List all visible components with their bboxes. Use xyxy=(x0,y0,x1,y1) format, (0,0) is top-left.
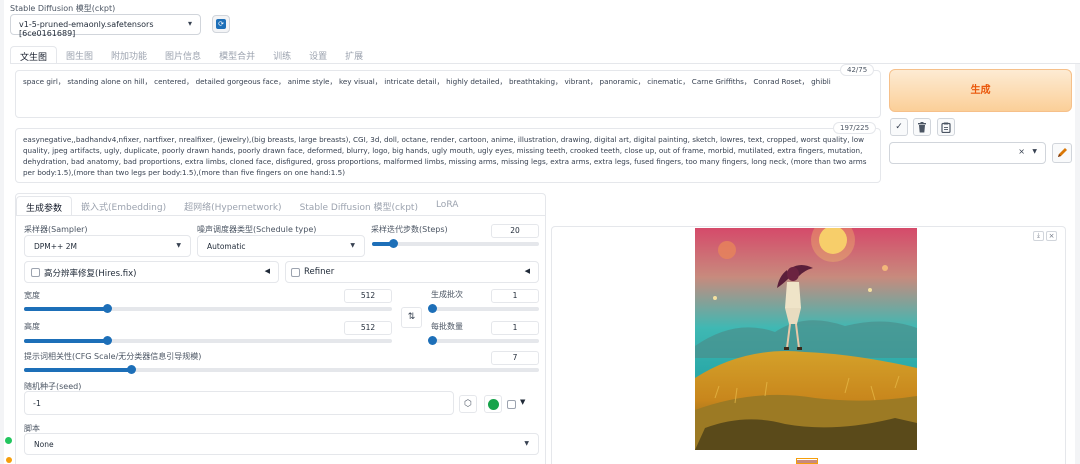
caret-down-icon: ▾ xyxy=(187,19,192,28)
prompt-token-counter: 42/75 xyxy=(840,64,875,76)
edit-styles-button[interactable] xyxy=(1052,143,1072,163)
tab-img2img[interactable]: 图生图 xyxy=(57,46,102,64)
cfg-scale-label: 提示词相关性(CFG Scale/无分类器信息引导规模) xyxy=(24,352,202,361)
height-slider[interactable] xyxy=(24,336,392,345)
caret-down-icon: ▼ xyxy=(524,440,529,447)
caret-down-icon: ▼ xyxy=(1032,148,1037,155)
model-select-value: v1-5-pruned-emaonly.safetensors [6ce0161… xyxy=(19,20,154,38)
clipboard-icon xyxy=(941,122,951,134)
sub-tab-divider xyxy=(16,215,545,216)
batch-count-slider-handle[interactable] xyxy=(428,304,437,313)
generated-image[interactable] xyxy=(695,228,917,450)
apply-styles-button[interactable]: ✓ xyxy=(890,118,908,136)
tab-divider xyxy=(10,63,1080,64)
hires-fix-label: 高分辨率修复(Hires.fix) xyxy=(44,269,137,279)
tab-checkpoint-merger[interactable]: 模型合并 xyxy=(210,46,264,64)
batch-size-label: 每批数量 xyxy=(431,322,463,331)
clear-prompt-button[interactable] xyxy=(913,118,931,136)
width-label: 宽度 xyxy=(24,291,40,300)
tab-extensions[interactable]: 扩展 xyxy=(336,46,372,64)
random-seed-button[interactable]: ⬡ xyxy=(459,395,477,413)
sampler-value: DPM++ 2M xyxy=(34,242,77,251)
model-select[interactable]: v1-5-pruned-emaonly.safetensors [6ce0161… xyxy=(10,14,201,38)
paste-params-button[interactable] xyxy=(937,118,955,136)
styles-select[interactable]: × ▼ xyxy=(889,142,1046,164)
width-slider[interactable] xyxy=(24,304,392,313)
model-label: Stable Diffusion 模型(ckpt) xyxy=(10,4,116,13)
status-indicator-icon xyxy=(6,457,12,463)
script-select[interactable]: None ▼ xyxy=(24,433,539,455)
refiner-checkbox[interactable] xyxy=(291,268,300,277)
cfg-scale-number-input[interactable]: 7 xyxy=(491,351,539,365)
prompt-textarea[interactable]: space girl， standing alone on hill， cent… xyxy=(15,70,881,118)
status-indicator-icon xyxy=(5,437,12,444)
schedule-select[interactable]: Automatic ▼ xyxy=(197,235,365,257)
sampler-select[interactable]: DPM++ 2M ▼ xyxy=(24,235,191,257)
refiner-label: Refiner xyxy=(304,267,335,277)
extra-seed-checkbox[interactable] xyxy=(507,400,516,409)
schedule-label: 噪声调度器类型(Schedule type) xyxy=(197,225,317,234)
script-value: None xyxy=(34,440,54,449)
batch-count-number-input[interactable]: 1 xyxy=(491,289,539,303)
page-scrollbar[interactable] xyxy=(1075,64,1080,464)
tab-checkpoints[interactable]: Stable Diffusion 模型(ckpt) xyxy=(291,196,427,216)
batch-count-label: 生成批次 xyxy=(431,290,463,299)
batch-size-slider[interactable] xyxy=(428,336,539,345)
main-tab-bar: 文生图 图生图 附加功能 图片信息 模型合并 训练 设置 扩展 xyxy=(10,46,372,64)
dice-icon: ⬡ xyxy=(464,399,472,409)
collapse-left-icon[interactable]: ◀ xyxy=(265,267,270,275)
tab-generation[interactable]: 生成参数 xyxy=(16,196,73,216)
download-icon[interactable]: ⤓ xyxy=(1033,231,1044,241)
schedule-value: Automatic xyxy=(207,242,246,251)
tab-settings[interactable]: 设置 xyxy=(300,46,336,64)
tab-lora[interactable]: LoRA xyxy=(427,196,467,216)
swap-icon: ⇅ xyxy=(407,312,416,322)
pencil-icon xyxy=(1058,148,1067,157)
tab-png-info[interactable]: 图片信息 xyxy=(156,46,210,64)
reuse-seed-button[interactable] xyxy=(484,395,502,413)
batch-size-number-input[interactable]: 1 xyxy=(491,321,539,335)
cfg-scale-slider[interactable] xyxy=(24,365,539,374)
generate-button[interactable]: 生成 xyxy=(889,69,1072,112)
caret-down-icon: ▼ xyxy=(176,242,181,249)
collapse-left-icon[interactable]: ◀ xyxy=(525,267,530,275)
sub-tab-bar: 生成参数 嵌入式(Embedding) 超网络(Hypernetwork) St… xyxy=(16,196,467,216)
generated-image-art xyxy=(695,228,917,450)
steps-label: 采样迭代步数(Steps) xyxy=(371,225,448,234)
refiner-accordion[interactable]: Refiner ◀ xyxy=(285,261,539,283)
trash-icon xyxy=(918,122,926,133)
swap-dimensions-button[interactable]: ⇅ xyxy=(401,307,422,328)
caret-down-icon: ▼ xyxy=(350,242,355,249)
height-number-input[interactable]: 512 xyxy=(344,321,392,335)
tab-txt2img[interactable]: 文生图 xyxy=(10,46,58,64)
tab-train[interactable]: 训练 xyxy=(264,46,300,64)
recycle-icon xyxy=(488,399,499,410)
expand-down-icon[interactable]: ▼ xyxy=(520,398,525,406)
cfg-scale-slider-handle[interactable] xyxy=(126,365,136,374)
close-icon[interactable]: × xyxy=(1046,231,1057,241)
hires-fix-accordion[interactable]: 高分辨率修复(Hires.fix) ◀ xyxy=(24,261,279,283)
seed-input[interactable]: -1 xyxy=(24,391,454,415)
left-edge-bar xyxy=(0,0,4,464)
negative-prompt-textarea[interactable]: easynegative,,badhandv4,nfixer, nartfixe… xyxy=(15,128,881,183)
steps-number-input[interactable]: 20 xyxy=(491,224,539,238)
refresh-model-button[interactable]: ⟳ xyxy=(212,15,230,33)
width-number-input[interactable]: 512 xyxy=(344,289,392,303)
height-label: 高度 xyxy=(24,322,40,331)
batch-size-slider-handle[interactable] xyxy=(428,336,437,345)
batch-count-slider[interactable] xyxy=(428,304,539,313)
steps-slider[interactable] xyxy=(372,239,539,248)
clear-icon[interactable]: × xyxy=(1018,147,1025,156)
result-thumbnail[interactable] xyxy=(796,458,818,464)
result-thumbnail-art xyxy=(797,460,817,463)
sampler-label: 采样器(Sampler) xyxy=(24,225,88,234)
negative-token-counter: 197/225 xyxy=(833,122,877,134)
tab-embedding[interactable]: 嵌入式(Embedding) xyxy=(72,196,175,216)
tab-hypernetwork[interactable]: 超网络(Hypernetwork) xyxy=(175,196,290,216)
check-icon: ✓ xyxy=(895,122,903,132)
refresh-icon: ⟳ xyxy=(216,19,226,29)
hires-fix-checkbox[interactable] xyxy=(31,268,40,277)
tab-extras[interactable]: 附加功能 xyxy=(102,46,156,64)
